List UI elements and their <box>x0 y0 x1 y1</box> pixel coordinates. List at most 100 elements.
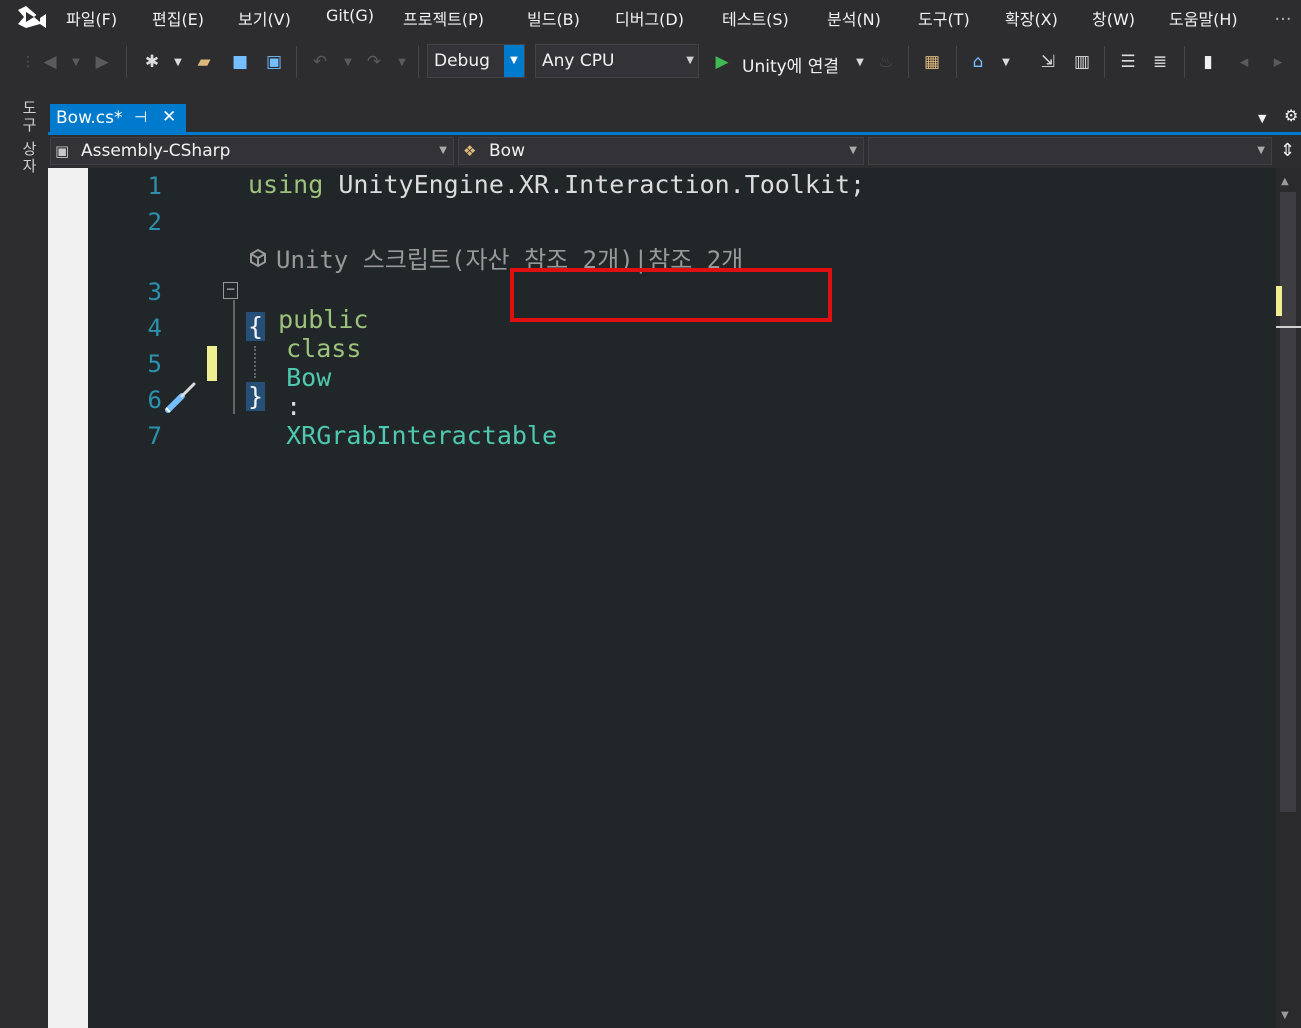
indicator-margin[interactable] <box>48 168 88 1028</box>
previous-bookmark-icon[interactable]: ◂ <box>1232 50 1256 74</box>
scrollbar-change-marker <box>1276 286 1282 316</box>
gear-icon[interactable]: ⚙ <box>1284 106 1298 125</box>
step-into-icon[interactable]: ⇲ <box>1036 50 1060 74</box>
line-number: 6 <box>147 386 162 414</box>
redo-icon[interactable]: ↷ <box>362 50 386 74</box>
quick-actions-screwdriver-icon[interactable] <box>162 380 200 416</box>
csharp-project-icon: ▣ <box>55 142 70 160</box>
menu-git[interactable]: Git(G) <box>326 6 374 25</box>
collapse-region-button[interactable]: − <box>223 282 238 299</box>
menu-help[interactable]: 도움말(H) <box>1169 6 1238 30</box>
split-window-icon[interactable]: ⇕ <box>1280 140 1295 161</box>
home-icon[interactable]: ⌂ <box>966 50 990 74</box>
line-number: 2 <box>147 208 162 236</box>
platform-value: Any CPU <box>542 51 615 71</box>
new-item-icon[interactable]: ✱ <box>140 50 164 74</box>
menu-analyze[interactable]: 분석(N) <box>827 6 881 30</box>
tab-label: Bow.cs* <box>56 108 123 128</box>
scrollbar-thumb[interactable] <box>1280 192 1296 812</box>
menu-bar: 파일(F) 편집(E) 보기(V) Git(G) 프로젝트(P) 빌드(B) 디… <box>0 0 1301 36</box>
toolbar-grip-icon[interactable]: ⋮ <box>16 50 40 74</box>
run-target-label[interactable]: Unity에 연결 <box>742 52 839 77</box>
line-number: 5 <box>147 350 162 378</box>
menu-project[interactable]: 프로젝트(P) <box>403 6 484 30</box>
menu-window[interactable]: 창(W) <box>1092 6 1135 30</box>
redo-dropdown-icon[interactable]: ▼ <box>390 50 414 74</box>
indent-guide <box>254 346 256 378</box>
menu-edit[interactable]: 편집(E) <box>152 6 204 30</box>
chevron-down-icon: ▼ <box>1257 145 1265 156</box>
chevron-down-icon: ▼ <box>504 45 524 77</box>
new-item-dropdown-icon[interactable]: ▼ <box>166 50 190 74</box>
keyword-using: using <box>248 170 324 199</box>
undo-dropdown-icon[interactable]: ▼ <box>336 50 360 74</box>
scrollbar-caret-line <box>1276 326 1301 328</box>
scroll-down-arrow-icon[interactable]: ▼ <box>1281 1010 1289 1021</box>
save-all-icon[interactable]: ▣ <box>262 50 286 74</box>
next-bookmark-icon[interactable]: ▸ <box>1266 50 1290 74</box>
bookmark-icon[interactable]: ▮ <box>1196 50 1220 74</box>
find-in-files-icon[interactable]: ▦ <box>920 50 944 74</box>
toolbar-separator <box>126 46 127 78</box>
platform-dropdown[interactable]: Any CPU ▼ <box>535 44 699 78</box>
menu-test[interactable]: 테스트(S) <box>722 6 789 30</box>
highlight-annotation-box <box>510 268 832 322</box>
configuration-dropdown[interactable]: Debug ▼ <box>427 44 525 78</box>
tab-bow-cs[interactable]: Bow.cs* ⊣ ✕ <box>50 104 186 132</box>
back-dropdown-icon[interactable]: ▼ <box>64 50 88 74</box>
code-line-1[interactable]: using UnityEngine.XR.Interaction.Toolkit… <box>248 170 865 199</box>
colon-token: : <box>286 392 302 421</box>
comment-lines-icon[interactable]: ☰ <box>1116 50 1140 74</box>
save-icon[interactable]: ■ <box>228 50 252 74</box>
menu-view[interactable]: 보기(V) <box>238 6 291 30</box>
columns-icon[interactable]: ▥ <box>1070 50 1094 74</box>
menu-file[interactable]: 파일(F) <box>66 6 117 30</box>
tab-accent-line <box>48 132 1301 135</box>
namespace-text: UnityEngine.XR.Interaction.Toolkit; <box>323 170 866 199</box>
close-icon[interactable]: ✕ <box>162 107 176 127</box>
home-dropdown-icon[interactable]: ▼ <box>994 50 1018 74</box>
hot-reload-icon[interactable]: ♨ <box>874 50 898 74</box>
back-arrow-icon[interactable]: ◀ <box>38 50 62 74</box>
visual-studio-logo[interactable] <box>14 2 50 32</box>
close-brace: } <box>246 382 266 411</box>
line-number: 1 <box>147 172 162 200</box>
unsaved-change-marker <box>207 346 217 381</box>
chevron-down-icon: ▼ <box>686 55 694 66</box>
structure-guide-line <box>233 300 235 414</box>
toolbox-side-tab[interactable]: 도구 상자 <box>12 100 40 186</box>
class-icon: ❖ <box>463 142 477 160</box>
uncomment-lines-icon[interactable]: ≣ <box>1148 50 1172 74</box>
open-brace: { <box>246 312 266 341</box>
menu-extensions[interactable]: 확장(X) <box>1005 6 1058 30</box>
play-icon[interactable]: ▶ <box>710 50 734 74</box>
forward-arrow-icon[interactable]: ▶ <box>90 50 114 74</box>
toolbar-separator <box>1104 46 1105 78</box>
keyword-class: class <box>286 334 362 363</box>
document-tab-bar <box>48 104 1301 134</box>
keyword-public: public <box>278 305 369 334</box>
undo-icon[interactable]: ↶ <box>308 50 332 74</box>
run-dropdown-icon[interactable]: ▼ <box>848 50 872 74</box>
toolbar-separator <box>296 46 297 78</box>
toolbar-separator <box>956 46 957 78</box>
chevron-down-icon: ▼ <box>439 145 447 156</box>
chevron-down-icon: ▼ <box>849 145 857 156</box>
project-dropdown[interactable]: ▣ Assembly-CSharp ▼ <box>50 137 454 165</box>
unity-cube-icon <box>250 248 266 268</box>
menu-debug[interactable]: 디버그(D) <box>615 6 684 30</box>
configuration-value: Debug <box>434 51 490 71</box>
menu-overflow-button[interactable]: ... <box>1268 4 1298 30</box>
toolbar-separator <box>1184 46 1185 78</box>
member-dropdown[interactable]: ▼ <box>868 137 1272 165</box>
menu-tools[interactable]: 도구(T) <box>918 6 970 30</box>
pin-icon[interactable]: ⊣ <box>134 108 147 126</box>
type-dropdown[interactable]: ❖ Bow ▼ <box>458 137 864 165</box>
line-number: 4 <box>147 314 162 342</box>
tab-list-dropdown-icon[interactable]: ▼ <box>1258 112 1266 125</box>
menu-build[interactable]: 빌드(B) <box>527 6 580 30</box>
class-name: Bow <box>286 363 332 392</box>
open-folder-icon[interactable]: ▰ <box>192 50 216 74</box>
toolbar-separator <box>908 46 909 78</box>
scroll-up-arrow-icon[interactable]: ▲ <box>1281 176 1289 187</box>
